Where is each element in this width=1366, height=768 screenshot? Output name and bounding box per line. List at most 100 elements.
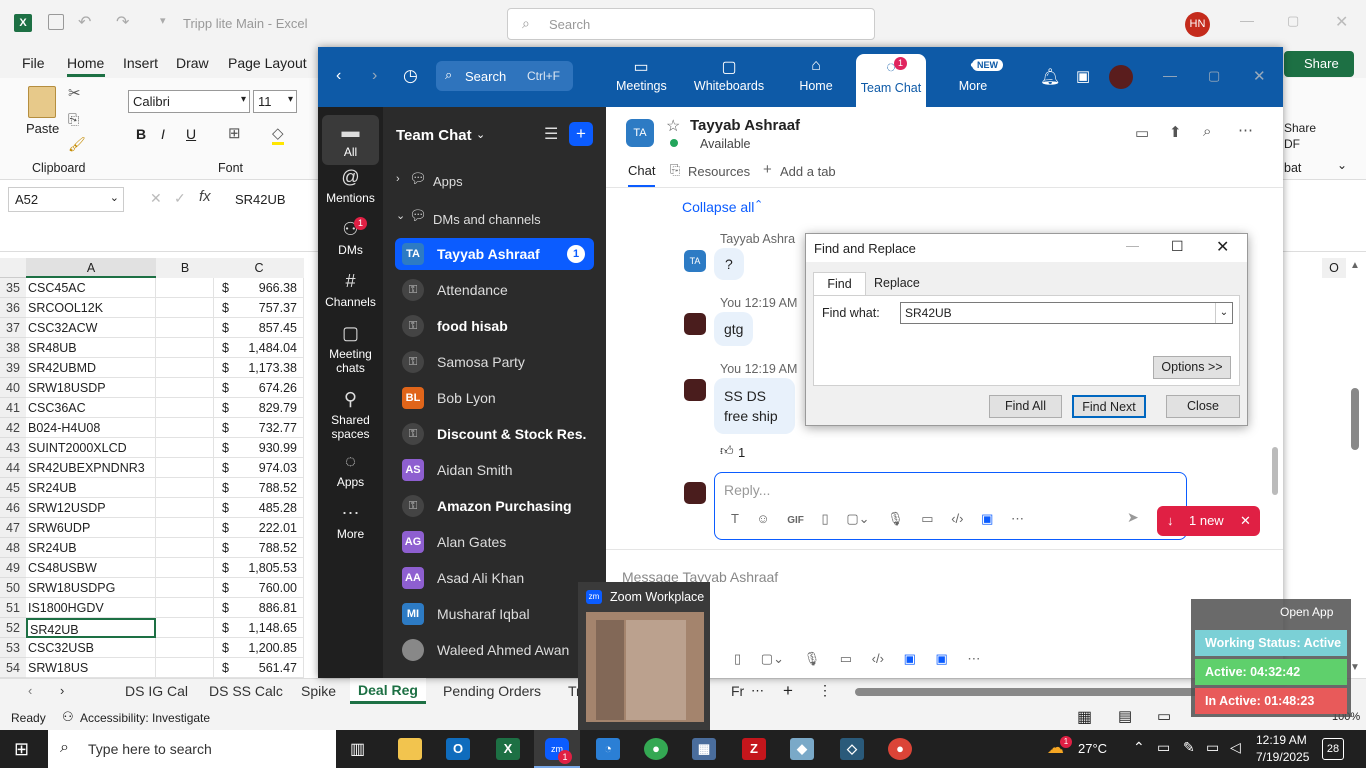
find-next-button[interactable]: Find Next bbox=[1072, 395, 1146, 418]
cell-part-number[interactable]: SR48UB bbox=[26, 338, 156, 358]
row-number[interactable]: 47 bbox=[0, 518, 26, 538]
list-item[interactable]: Waleed Ahmed Awan bbox=[395, 634, 594, 666]
row-number[interactable]: 42 bbox=[0, 418, 26, 438]
cell-empty[interactable] bbox=[156, 418, 214, 438]
cell-empty[interactable] bbox=[156, 358, 214, 378]
cell-empty[interactable] bbox=[156, 338, 214, 358]
find-all-button[interactable]: Find All bbox=[989, 395, 1062, 418]
cell-price[interactable]: $1,484.04 bbox=[214, 338, 304, 358]
font-size-select[interactable]: 11 ▾ bbox=[253, 90, 297, 113]
my-avatar[interactable] bbox=[684, 313, 706, 335]
sheet-tab-spike[interactable]: Spike bbox=[301, 683, 336, 699]
pen-icon[interactable]: ✎ bbox=[1183, 739, 1195, 756]
insert-function-icon[interactable]: fx bbox=[199, 188, 211, 205]
file-icon[interactable]: ▯ bbox=[734, 651, 741, 666]
rail-item-channels[interactable]: # Channels bbox=[318, 271, 383, 309]
list-item[interactable]: AS Aidan Smith bbox=[395, 454, 594, 486]
sheet-tab-ds-ss-calc[interactable]: DS SS Calc bbox=[209, 683, 283, 699]
list-item[interactable]: TA Tayyab Ashraaf 1 bbox=[395, 238, 594, 270]
underline-icon[interactable]: U bbox=[186, 126, 196, 142]
cell-empty[interactable] bbox=[156, 578, 214, 598]
zoom-taskbar-button[interactable]: zm 1 bbox=[534, 730, 580, 768]
chevron-right-icon[interactable]: › bbox=[396, 173, 400, 185]
file-explorer-icon[interactable] bbox=[398, 738, 422, 760]
app-icon[interactable]: ◇ bbox=[840, 738, 864, 760]
chat-scrollbar-thumb[interactable] bbox=[1272, 447, 1278, 495]
bell-icon[interactable]: 🔔︎ bbox=[1040, 67, 1060, 87]
dms-section[interactable]: DMs and channels bbox=[433, 212, 541, 227]
rail-item-apps[interactable]: ◌ Apps bbox=[318, 451, 383, 489]
cell-empty[interactable] bbox=[156, 318, 214, 338]
row-number[interactable]: 48 bbox=[0, 538, 26, 558]
search-box[interactable]: ⌕ Search bbox=[507, 8, 875, 40]
sheet-options-icon[interactable]: ⋮ bbox=[818, 682, 832, 699]
paste-label[interactable]: Paste bbox=[26, 121, 59, 136]
cell-part-number[interactable]: SRW18USDPG bbox=[26, 578, 156, 598]
cell-part-number[interactable]: SRW6UDP bbox=[26, 518, 156, 538]
cell-price[interactable]: $732.77 bbox=[214, 418, 304, 438]
cell-price[interactable]: $1,173.38 bbox=[214, 358, 304, 378]
app-icon[interactable]: ▣ bbox=[935, 651, 947, 666]
cell-empty[interactable] bbox=[156, 278, 214, 298]
forward-icon[interactable]: › bbox=[372, 67, 377, 85]
row-number[interactable]: 54 bbox=[0, 658, 26, 678]
fill-color-icon[interactable]: ◇ bbox=[272, 124, 284, 145]
chevron-down-icon[interactable]: ⌄ bbox=[396, 209, 405, 222]
cell-price[interactable]: $829.79 bbox=[214, 398, 304, 418]
cell-price[interactable]: $886.81 bbox=[214, 598, 304, 618]
list-item[interactable]: AG Alan Gates bbox=[395, 526, 594, 558]
screenshot-icon[interactable]: ▢⌄ bbox=[761, 651, 784, 666]
list-title[interactable]: Team Chat bbox=[396, 127, 472, 144]
cell-price[interactable]: $674.26 bbox=[214, 378, 304, 398]
chevron-up-icon[interactable]: ⌃ bbox=[1133, 739, 1145, 756]
page-layout-view-icon[interactable]: ▤ bbox=[1118, 707, 1132, 725]
list-item[interactable]: ⚿ Discount & Stock Res... bbox=[395, 418, 594, 450]
cell-empty[interactable] bbox=[156, 498, 214, 518]
close-icon[interactable]: ✕ bbox=[1216, 237, 1229, 257]
outlook-icon[interactable]: O bbox=[446, 738, 470, 760]
redo-icon[interactable]: ↷ bbox=[116, 12, 129, 32]
cell-part-number[interactable]: B024-H4U08 bbox=[26, 418, 156, 438]
tab-draw[interactable]: Draw bbox=[176, 55, 209, 71]
column-header-c[interactable]: C bbox=[214, 258, 304, 278]
share-screen-icon[interactable]: ⬆ bbox=[1169, 123, 1182, 141]
cell-empty[interactable] bbox=[156, 478, 214, 498]
screenshot-icon[interactable]: ▢⌄ bbox=[846, 511, 869, 526]
prev-sheet-icon[interactable]: ‹ bbox=[28, 683, 32, 698]
zoom-search-box[interactable]: ⌕ Search Ctrl+F bbox=[436, 61, 573, 91]
search-icon[interactable]: ⌕ bbox=[1203, 123, 1211, 140]
row-number[interactable]: 52 bbox=[0, 618, 26, 638]
chevron-down-icon[interactable]: ⌄ bbox=[476, 128, 485, 141]
contact-avatar[interactable]: TA bbox=[626, 119, 654, 147]
avatar[interactable]: HN bbox=[1185, 12, 1210, 37]
calendar-icon[interactable]: ▣ bbox=[1076, 67, 1090, 85]
close-icon[interactable]: ✕ bbox=[1253, 67, 1266, 85]
app-icon[interactable]: ◆ bbox=[790, 738, 814, 760]
taskbar-search[interactable]: ⌕ Type here to search bbox=[48, 730, 336, 768]
rail-item-all[interactable]: ▬ All bbox=[322, 115, 379, 165]
more-sheets-icon[interactable]: ⋯ bbox=[751, 683, 764, 699]
cell-part-number[interactable]: CSC45AC bbox=[26, 278, 156, 298]
tab-chat[interactable]: Chat bbox=[628, 163, 656, 187]
contact-name[interactable]: Tayyab Ashraaf bbox=[690, 117, 800, 134]
apps-section[interactable]: Apps bbox=[433, 174, 463, 189]
cell-price[interactable]: $1,148.65 bbox=[214, 618, 304, 638]
accessibility-status[interactable]: Accessibility: Investigate bbox=[80, 711, 210, 725]
cell-part-number[interactable]: SRW18US bbox=[26, 658, 156, 678]
sender-avatar[interactable]: TA bbox=[684, 250, 706, 272]
row-number[interactable]: 50 bbox=[0, 578, 26, 598]
row-number[interactable]: 51 bbox=[0, 598, 26, 618]
cell-part-number[interactable]: SR42UBMD bbox=[26, 358, 156, 378]
tab-find[interactable]: Find bbox=[813, 272, 866, 296]
cell-part-number[interactable]: CSC32USB bbox=[26, 638, 156, 658]
nav-team-chat[interactable]: ◌ Team Chat 1 bbox=[856, 54, 926, 107]
cell-price[interactable]: $222.01 bbox=[214, 518, 304, 538]
cell-empty[interactable] bbox=[156, 458, 214, 478]
row-number[interactable]: 36 bbox=[0, 298, 26, 318]
cell-empty[interactable] bbox=[156, 598, 214, 618]
app-icon[interactable]: ▣ bbox=[981, 511, 993, 526]
minimize-icon[interactable]: — bbox=[1240, 12, 1254, 28]
font-name-select[interactable]: Calibri ▾ bbox=[128, 90, 250, 113]
share-button[interactable]: Share bbox=[1284, 51, 1354, 77]
file-icon[interactable]: ▯ bbox=[822, 511, 829, 526]
